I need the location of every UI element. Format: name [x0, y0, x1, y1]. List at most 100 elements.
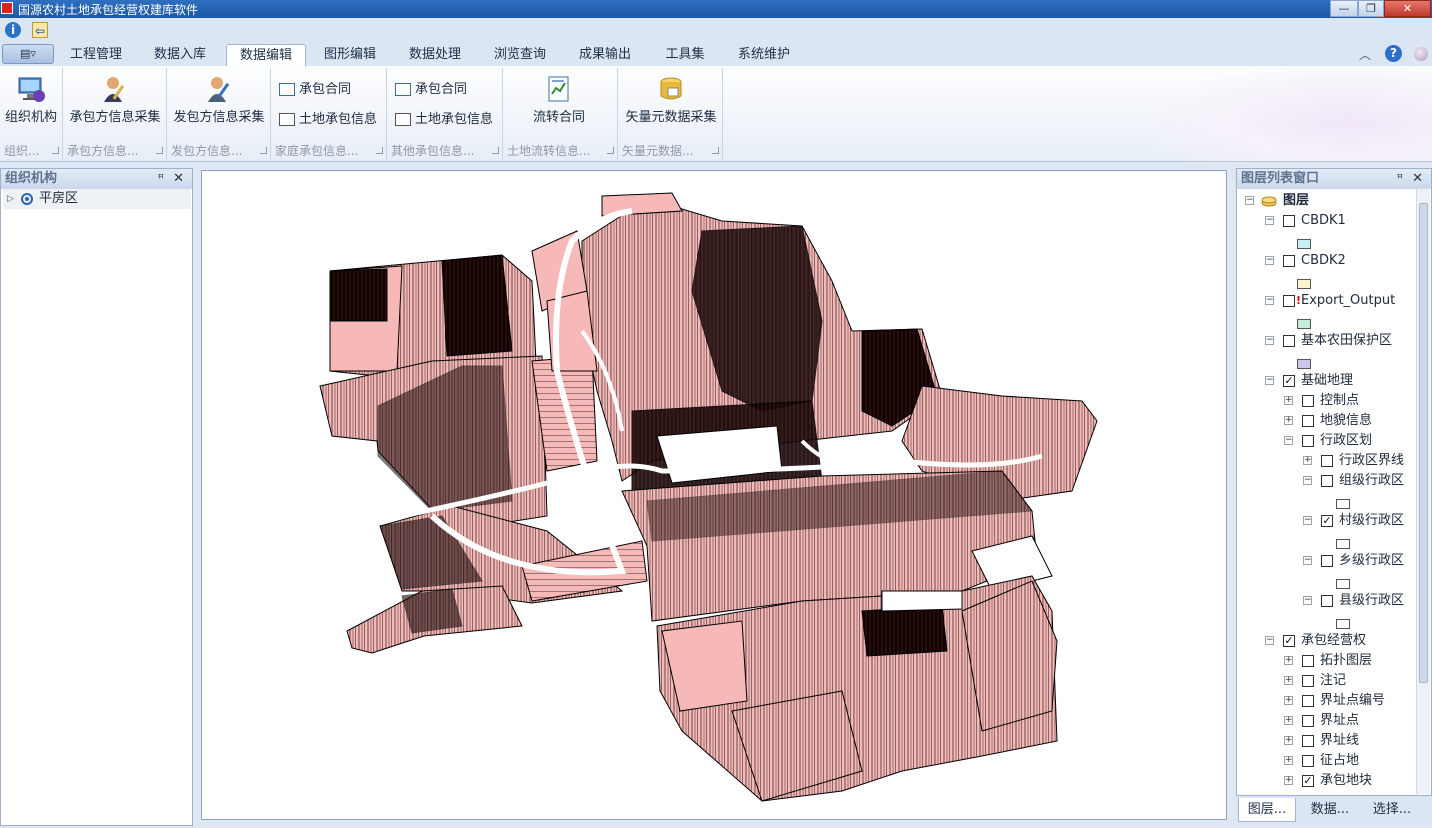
collapse-icon[interactable]: −	[1265, 296, 1274, 305]
contract-icon	[395, 83, 411, 96]
expand-icon[interactable]: +	[1284, 416, 1293, 425]
layer-checkbox[interactable]	[1321, 455, 1333, 467]
group-caption-other: 其他承包信息...	[387, 142, 502, 160]
layer-checkbox-checked[interactable]: ✓	[1321, 515, 1333, 527]
layer-checkbox-checked[interactable]: ✓	[1302, 775, 1314, 787]
collapse-icon[interactable]: −	[1245, 196, 1254, 205]
maximize-button[interactable]: ❐	[1358, 0, 1384, 17]
other-contract-button[interactable]: 承包合同	[393, 80, 467, 100]
ribbon-decoration	[1150, 66, 1432, 161]
layer-checkbox[interactable]	[1302, 675, 1314, 687]
expand-icon[interactable]: +	[1284, 696, 1293, 705]
layer-checkbox[interactable]	[1321, 595, 1333, 607]
org-button-label: 组织机构	[4, 110, 57, 125]
layer-checkbox[interactable]	[1302, 755, 1314, 767]
layer-checkbox[interactable]	[1302, 695, 1314, 707]
app-menu-button[interactable]: ▤▿	[2, 44, 54, 64]
legend-swatch	[1297, 279, 1311, 289]
scrollbar-thumb[interactable]	[1419, 203, 1428, 683]
layer-scrollbar[interactable]	[1416, 189, 1430, 794]
group-transfer: 流转合同 土地流转信息...	[503, 68, 618, 160]
collapse-icon[interactable]: −	[1265, 256, 1274, 265]
layer-label: 地貌信息	[1320, 413, 1373, 428]
layer-checkbox[interactable]	[1283, 255, 1295, 267]
layer-checkbox[interactable]	[1321, 555, 1333, 567]
layer-checkbox[interactable]	[1283, 215, 1295, 227]
tree-node-pingfang[interactable]: ▷ 平房区	[3, 189, 191, 209]
legend-swatch	[1336, 579, 1350, 589]
issuer-info-button[interactable]: 发包方信息采集	[171, 70, 267, 136]
layer-checkbox-checked[interactable]: ✓	[1283, 375, 1295, 387]
contractor-info-button[interactable]: 承包方信息采集	[67, 70, 163, 136]
collapse-icon[interactable]: −	[1265, 636, 1274, 645]
collapse-icon[interactable]: −	[1303, 596, 1312, 605]
theme-icon[interactable]	[1414, 47, 1428, 61]
layer-checkbox[interactable]	[1302, 435, 1314, 447]
pin-icon[interactable]: ꟸ	[158, 169, 164, 189]
panel-close-icon[interactable]: ✕	[1412, 169, 1423, 189]
collapse-icon[interactable]: −	[1303, 476, 1312, 485]
expand-icon[interactable]: +	[1284, 656, 1293, 665]
tab-layers[interactable]: 图层...	[1238, 798, 1296, 822]
layer-checkbox[interactable]	[1302, 655, 1314, 667]
tab-output[interactable]: 成果输出	[567, 44, 643, 66]
expand-icon[interactable]: +	[1303, 456, 1312, 465]
collapse-icon[interactable]: −	[1265, 376, 1274, 385]
tab-browse-query[interactable]: 浏览查询	[482, 44, 558, 66]
tab-selection[interactable]: 选择...	[1362, 798, 1422, 822]
collapse-ribbon-icon[interactable]: ︿	[1359, 46, 1371, 63]
expand-icon[interactable]: +	[1284, 736, 1293, 745]
layer-checkbox[interactable]	[1302, 395, 1314, 407]
group-organization: 组织机构 组织...	[0, 68, 63, 160]
layer-checkbox[interactable]	[1302, 735, 1314, 747]
transfer-contract-button[interactable]: 流转合同	[519, 70, 599, 136]
minimize-button[interactable]: —	[1330, 0, 1358, 17]
tab-tools[interactable]: 工具集	[652, 44, 718, 66]
collapse-icon[interactable]: −	[1303, 516, 1312, 525]
layer-checkbox-checked[interactable]: ✓	[1283, 635, 1295, 647]
layer-checkbox[interactable]	[1283, 295, 1295, 307]
expand-icon[interactable]: +	[1284, 396, 1293, 405]
pin-icon[interactable]: ꟸ	[1397, 169, 1403, 189]
village-hole	[881, 590, 963, 612]
radio-node-icon	[21, 193, 33, 205]
other-land-info-button[interactable]: 土地承包信息	[393, 110, 493, 130]
collapse-icon[interactable]: −	[1303, 556, 1312, 565]
layer-checkbox[interactable]	[1321, 475, 1333, 487]
close-button[interactable]: ✕	[1384, 0, 1431, 17]
metadata-collect-button[interactable]: 矢量元数据采集	[624, 70, 718, 136]
layer-label: 承包地块	[1320, 773, 1373, 788]
exit-icon[interactable]: ⇦	[32, 22, 48, 38]
map-canvas[interactable]	[201, 170, 1227, 820]
family-land-info-button[interactable]: 土地承包信息	[277, 110, 377, 130]
tab-graphic-edit[interactable]: 图形编辑	[312, 44, 388, 66]
tab-project[interactable]: 工程管理	[58, 44, 134, 66]
collapse-icon[interactable]: −	[1265, 216, 1274, 225]
layer-checkbox[interactable]	[1302, 715, 1314, 727]
help-icon[interactable]: ?	[1385, 45, 1402, 62]
collapse-icon[interactable]: −	[1265, 336, 1274, 345]
collapse-icon[interactable]: −	[1284, 436, 1293, 445]
tab-system[interactable]: 系统维护	[726, 44, 802, 66]
layer-checkbox[interactable]	[1283, 335, 1295, 347]
tab-data-process[interactable]: 数据处理	[397, 44, 473, 66]
org-button[interactable]: 组织机构	[2, 70, 60, 136]
expand-icon[interactable]: +	[1284, 756, 1293, 765]
contractor-info-label: 承包方信息采集	[69, 110, 161, 125]
tab-data[interactable]: 数据...	[1300, 798, 1360, 822]
layer-panel-tabs: 图层... 数据... 选择...	[1236, 796, 1432, 826]
tree-expand-icon[interactable]: ▷	[7, 189, 14, 209]
tab-data-edit[interactable]: 数据编辑	[226, 44, 306, 66]
layer-checkbox[interactable]	[1302, 415, 1314, 427]
info-icon[interactable]: i	[5, 22, 21, 38]
expand-icon[interactable]: +	[1284, 716, 1293, 725]
tab-data-import[interactable]: 数据入库	[142, 44, 218, 66]
panel-close-icon[interactable]: ✕	[173, 169, 184, 189]
group-caption-family: 家庭承包信息...	[271, 142, 386, 160]
family-contract-button[interactable]: 承包合同	[277, 80, 351, 100]
layer-panel: 图层列表窗口 ꟸ ✕ − 图层 − CBDK1 − CBDK2 − ! Export…	[1236, 168, 1432, 796]
group-family-contract: 承包合同 土地承包信息 家庭承包信息...	[271, 68, 387, 160]
root-label: 图层	[1283, 193, 1310, 208]
expand-icon[interactable]: +	[1284, 676, 1293, 685]
expand-icon[interactable]: +	[1284, 776, 1293, 785]
